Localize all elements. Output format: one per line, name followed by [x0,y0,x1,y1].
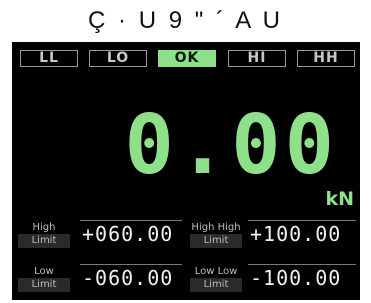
low-low-limit-label: Low Low Limit [188,262,244,292]
indicator-screen: LL LO OK HI HH 0.00 kN High Limit +060.0… [12,42,360,300]
low-low-limit-value[interactable]: -100.00 [248,264,356,290]
tab-hi[interactable]: HI [228,50,286,67]
high-limit-cell[interactable]: High Limit +060.00 [16,218,186,248]
unit-label: kN [325,188,354,210]
low-limit-cell[interactable]: Low Limit -060.00 [16,262,186,292]
tab-hh[interactable]: HH [297,50,355,67]
tab-lo[interactable]: LO [89,50,147,67]
page-caption: Ç · U 9 " ´ A U [88,7,283,34]
high-limit-label: High Limit [16,218,72,248]
high-high-limit-cell[interactable]: High High Limit +100.00 [188,218,358,248]
low-limit-label: Low Limit [16,262,72,292]
low-limit-value[interactable]: -060.00 [80,264,182,290]
low-low-limit-cell[interactable]: Low Low Limit -100.00 [188,262,358,292]
tab-ll[interactable]: LL [20,50,78,67]
measured-value: 0.00 [124,98,338,193]
high-high-limit-label: High High Limit [190,222,242,248]
tab-ok[interactable]: OK [158,50,216,67]
high-high-limit-value[interactable]: +100.00 [248,220,356,246]
high-limit-value[interactable]: +060.00 [80,220,182,246]
